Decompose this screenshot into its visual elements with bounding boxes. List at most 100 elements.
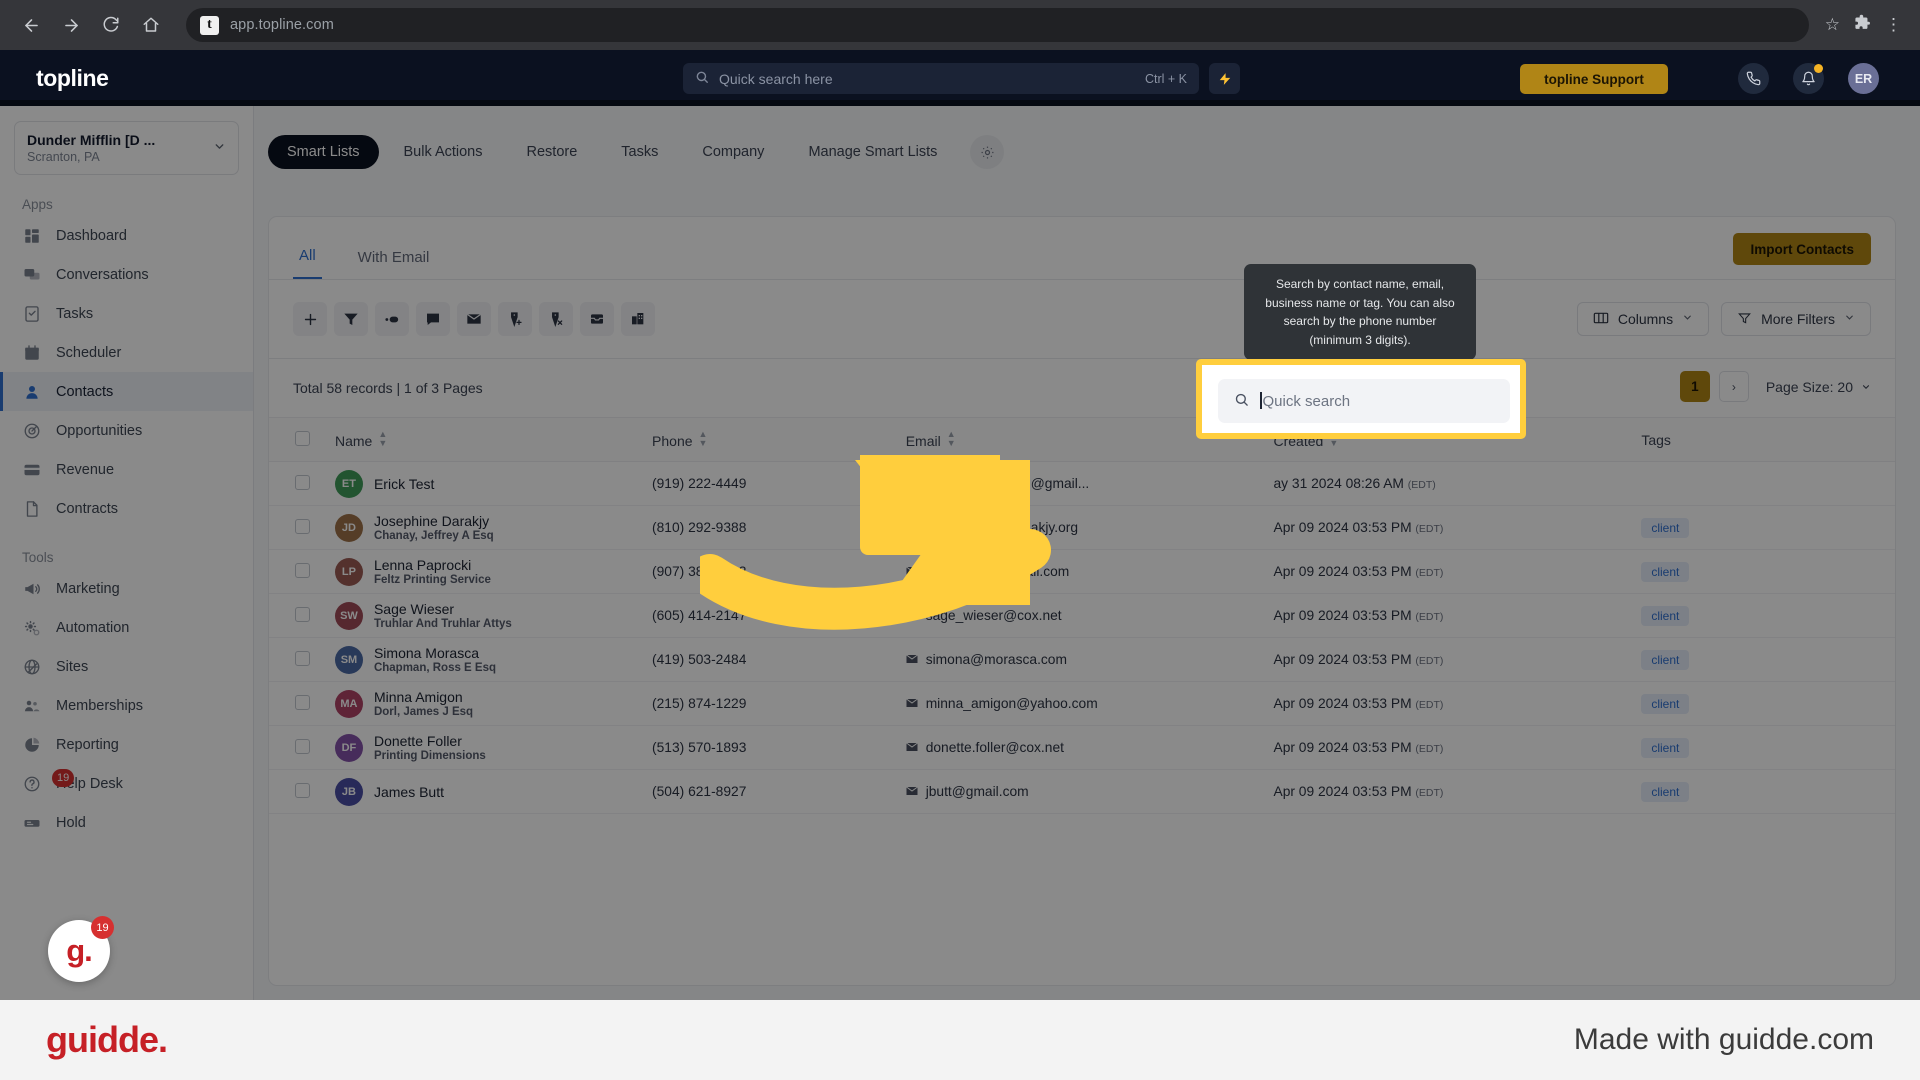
phone-icon[interactable] bbox=[1738, 63, 1769, 94]
sidebar-item-contacts[interactable]: Contacts bbox=[0, 372, 253, 411]
archive-icon[interactable] bbox=[580, 302, 614, 336]
row-select-cell[interactable] bbox=[269, 637, 335, 682]
cell-phone: (215) 874-1229 bbox=[652, 681, 906, 726]
table-row[interactable]: SM Simona Morasca Chapman, Ross E Esq (419)… bbox=[269, 637, 1895, 682]
sidebar-item-reporting[interactable]: Reporting bbox=[0, 725, 253, 764]
row-select-cell[interactable] bbox=[269, 725, 335, 770]
row-checkbox[interactable] bbox=[295, 474, 310, 490]
contact-org: Truhlar And Truhlar Attys bbox=[373, 618, 512, 630]
location-name: Dunder Mifflin [D ... bbox=[27, 132, 156, 148]
location-switcher[interactable]: Dunder Mifflin [D ... Scranton, PA bbox=[14, 121, 289, 175]
tab-tasks[interactable]: Tasks bbox=[602, 135, 677, 169]
columns-button[interactable]: Columns bbox=[1576, 302, 1710, 336]
sidebar-item-sites[interactable]: Sites bbox=[0, 647, 253, 686]
sidebar-item-tasks[interactable]: Tasks bbox=[0, 294, 253, 333]
reload-icon[interactable] bbox=[94, 8, 128, 42]
page-size-label: Page Size: 20 bbox=[1765, 378, 1853, 395]
table-row[interactable]: DF Donette Foller Printing Dimensions (513)… bbox=[269, 725, 1895, 770]
row-select-cell[interactable] bbox=[269, 681, 335, 726]
user-avatar[interactable]: ER bbox=[1848, 63, 1879, 94]
row-select-cell[interactable] bbox=[269, 461, 335, 506]
row-checkbox[interactable] bbox=[295, 650, 310, 666]
contacts-panel: All With Email Import Contacts Columns M… bbox=[268, 216, 1896, 986]
header-phone[interactable]: Phone ▲ ▼ bbox=[652, 417, 906, 462]
header-tags[interactable]: Tags bbox=[1641, 417, 1895, 462]
sidebar-item-revenue[interactable]: Revenue bbox=[0, 450, 253, 489]
row-checkbox[interactable] bbox=[295, 782, 310, 798]
company-icon[interactable] bbox=[621, 302, 655, 336]
support-button[interactable]: topline Support bbox=[1520, 64, 1668, 94]
select-all-header[interactable] bbox=[269, 417, 335, 462]
sidebar-item-marketing[interactable]: Marketing bbox=[0, 569, 253, 608]
tab-company[interactable]: Company bbox=[683, 135, 783, 169]
sidebar-item-automation[interactable]: Automation bbox=[0, 608, 253, 647]
tag-chip[interactable]: client bbox=[1641, 561, 1690, 582]
back-arrow-icon[interactable] bbox=[14, 8, 48, 42]
row-select-cell[interactable] bbox=[269, 593, 335, 638]
remove-tag-icon[interactable] bbox=[539, 302, 573, 336]
table-row[interactable]: JB James Butt (504) 621-8927 jbutt@gmail.co… bbox=[269, 769, 1895, 814]
page-size-selector[interactable]: Page Size: 20 bbox=[1766, 379, 1871, 395]
row-checkbox[interactable] bbox=[295, 562, 310, 578]
table-row[interactable]: SW Sage Wieser Truhlar And Truhlar Attys (6… bbox=[269, 593, 1895, 638]
table-row[interactable]: JD Josephine Darakjy Chanay, Jeffrey A Esq… bbox=[269, 505, 1895, 550]
merge-icon[interactable] bbox=[375, 302, 409, 336]
tag-chip[interactable]: client bbox=[1641, 649, 1690, 670]
sidebar-item-dashboard[interactable]: Dashboard bbox=[0, 216, 253, 255]
sidebar-item-conversations[interactable]: Conversations bbox=[0, 255, 253, 294]
address-bar[interactable]: t app.topline.com bbox=[186, 8, 1809, 42]
tag-chip[interactable]: client bbox=[1641, 693, 1690, 714]
email-icon[interactable] bbox=[457, 302, 491, 336]
quick-search-input[interactable]: Quick search bbox=[1218, 379, 1510, 423]
next-page-button[interactable]: › bbox=[1718, 371, 1749, 402]
row-select-cell[interactable] bbox=[269, 505, 335, 550]
table-row[interactable]: LP Lenna Paprocki Feltz Printing Service (9… bbox=[269, 549, 1895, 594]
bookmark-star-icon[interactable]: ☆ bbox=[1825, 15, 1840, 35]
sidebar-item-scheduler[interactable]: Scheduler bbox=[0, 333, 253, 372]
subtab-with-email[interactable]: With Email bbox=[352, 249, 436, 279]
subtab-all[interactable]: All bbox=[293, 247, 322, 279]
puzzle-icon[interactable] bbox=[1854, 14, 1871, 36]
contact-org: Dorl, James J Esq bbox=[373, 706, 474, 718]
tab-bulk-actions[interactable]: Bulk Actions bbox=[385, 135, 502, 169]
filter-icon[interactable] bbox=[334, 302, 368, 336]
global-search-input[interactable]: Quick search here Ctrl + K bbox=[683, 63, 1199, 94]
quick-actions-bolt-icon[interactable] bbox=[1209, 63, 1240, 94]
row-checkbox[interactable] bbox=[295, 606, 310, 622]
sidebar-item-hold[interactable]: Hold bbox=[0, 803, 253, 842]
guidde-floating-logo[interactable]: g. 19 bbox=[48, 916, 114, 982]
tag-chip[interactable]: client bbox=[1641, 737, 1690, 758]
browser-menu-icon[interactable]: ⋮ bbox=[1885, 15, 1902, 35]
tab-restore[interactable]: Restore bbox=[508, 135, 597, 169]
tab-smart-lists[interactable]: Smart Lists bbox=[268, 135, 379, 169]
forward-arrow-icon[interactable] bbox=[54, 8, 88, 42]
sidebar-item-memberships[interactable]: Memberships bbox=[0, 686, 253, 725]
import-contacts-button[interactable]: Import Contacts bbox=[1733, 233, 1871, 265]
sidebar-item-help-desk[interactable]: Help Desk 19 bbox=[0, 764, 253, 803]
tag-chip[interactable]: client bbox=[1641, 517, 1690, 538]
sidebar-item-opportunities[interactable]: Opportunities bbox=[0, 411, 253, 450]
page-1-button[interactable]: 1 bbox=[1679, 371, 1710, 402]
add-contact-icon[interactable] bbox=[293, 302, 327, 336]
notifications-bell-icon[interactable] bbox=[1793, 63, 1824, 94]
cell-phone: (919) 222-4449 bbox=[652, 461, 906, 506]
select-all-checkbox[interactable] bbox=[295, 430, 310, 446]
row-checkbox[interactable] bbox=[295, 518, 310, 534]
row-select-cell[interactable] bbox=[269, 549, 335, 594]
tabs-settings-gear-icon[interactable] bbox=[970, 135, 1005, 169]
tag-chip[interactable]: client bbox=[1641, 781, 1690, 802]
tag-chip[interactable]: client bbox=[1641, 605, 1690, 626]
more-filters-button[interactable]: More Filters bbox=[1721, 302, 1871, 336]
sidebar-item-contracts[interactable]: Contracts bbox=[0, 489, 253, 528]
pagination: 1 › Page Size: 20 bbox=[1679, 371, 1871, 402]
row-checkbox[interactable] bbox=[295, 738, 310, 754]
row-checkbox[interactable] bbox=[295, 694, 310, 710]
add-tag-icon[interactable] bbox=[498, 302, 532, 336]
header-name[interactable]: Name ▲ ▼ bbox=[334, 417, 653, 462]
row-select-cell[interactable] bbox=[269, 769, 335, 814]
tab-manage-smart-lists[interactable]: Manage Smart Lists bbox=[789, 135, 956, 169]
table-row[interactable]: MA Minna Amigon Dorl, James J Esq (215) 874… bbox=[269, 681, 1895, 726]
sms-icon[interactable] bbox=[416, 302, 450, 336]
home-icon[interactable] bbox=[134, 8, 168, 42]
table-row[interactable]: ET Erick Test (919) 222-4449 jabronipiebeat… bbox=[269, 461, 1895, 506]
